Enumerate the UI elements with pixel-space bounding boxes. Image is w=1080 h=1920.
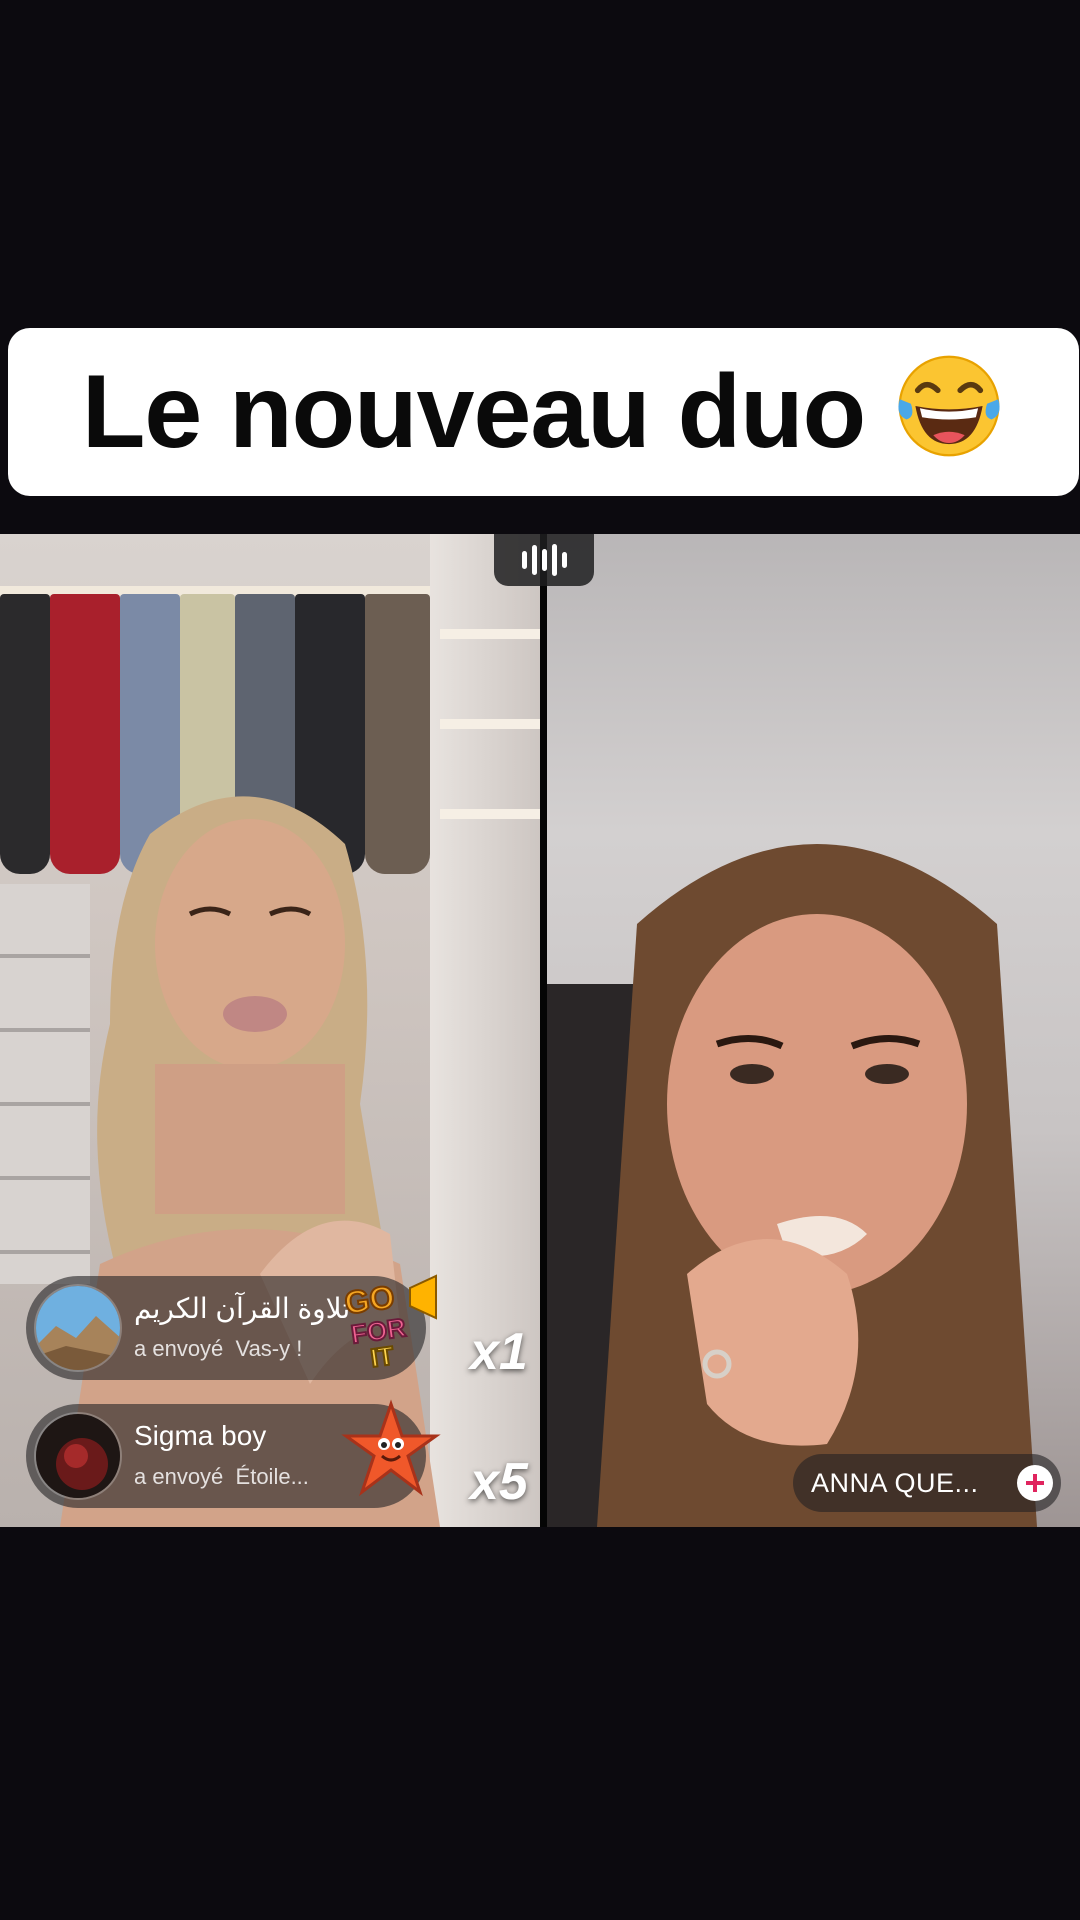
sound-wave-icon xyxy=(561,552,567,568)
host-name: ANNA QUE... xyxy=(811,1467,979,1498)
lit-shelf xyxy=(440,809,540,819)
host-name-tag[interactable]: ANNA QUE... xyxy=(793,1454,1061,1512)
avatar[interactable] xyxy=(34,1284,122,1372)
gift-sender-name: تلاوة القرآن الكريم xyxy=(134,1293,351,1324)
gift-count: x5 xyxy=(470,1453,528,1511)
svg-text:IT: IT xyxy=(369,1340,396,1373)
sound-wave-icon xyxy=(551,544,557,576)
caption-banner: Le nouveau duo xyxy=(8,328,1079,496)
go-for-it-sticker-icon: GO FOR IT xyxy=(341,1274,437,1374)
avatar[interactable] xyxy=(34,1412,122,1500)
lit-shelf xyxy=(440,629,540,639)
sound-wave-icon xyxy=(541,549,547,571)
sound-wave-icon xyxy=(521,551,527,569)
caption-text: Le nouveau duo xyxy=(81,353,866,470)
plus-icon xyxy=(1026,1474,1044,1492)
gift-notification: Sigma boy a envoyé Étoile... xyxy=(26,1399,441,1508)
right-host-video[interactable] xyxy=(547,534,1080,1527)
laughing-tears-emoji-icon xyxy=(898,355,1000,457)
starfish-icon xyxy=(341,1399,441,1497)
clothing-item xyxy=(0,594,50,874)
live-duo-screen: Le nouveau duo تلاوة القرآن الكريم a env… xyxy=(0,0,1080,1920)
right-host-person xyxy=(597,844,1037,1527)
split-divider xyxy=(540,534,547,1527)
gift-sender-name: Sigma boy xyxy=(134,1420,267,1451)
gift-description: a envoyé Étoile... xyxy=(134,1464,309,1489)
sound-wave-icon xyxy=(531,545,537,575)
lit-shelf xyxy=(440,719,540,729)
gift-notification: تلاوة القرآن الكريم a envoyé Vas-y ! GO … xyxy=(26,1274,437,1380)
audio-indicator[interactable] xyxy=(494,534,594,586)
gift-description: a envoyé Vas-y ! xyxy=(134,1336,303,1361)
follow-button[interactable] xyxy=(1017,1465,1053,1501)
gift-count: x1 xyxy=(470,1323,528,1381)
